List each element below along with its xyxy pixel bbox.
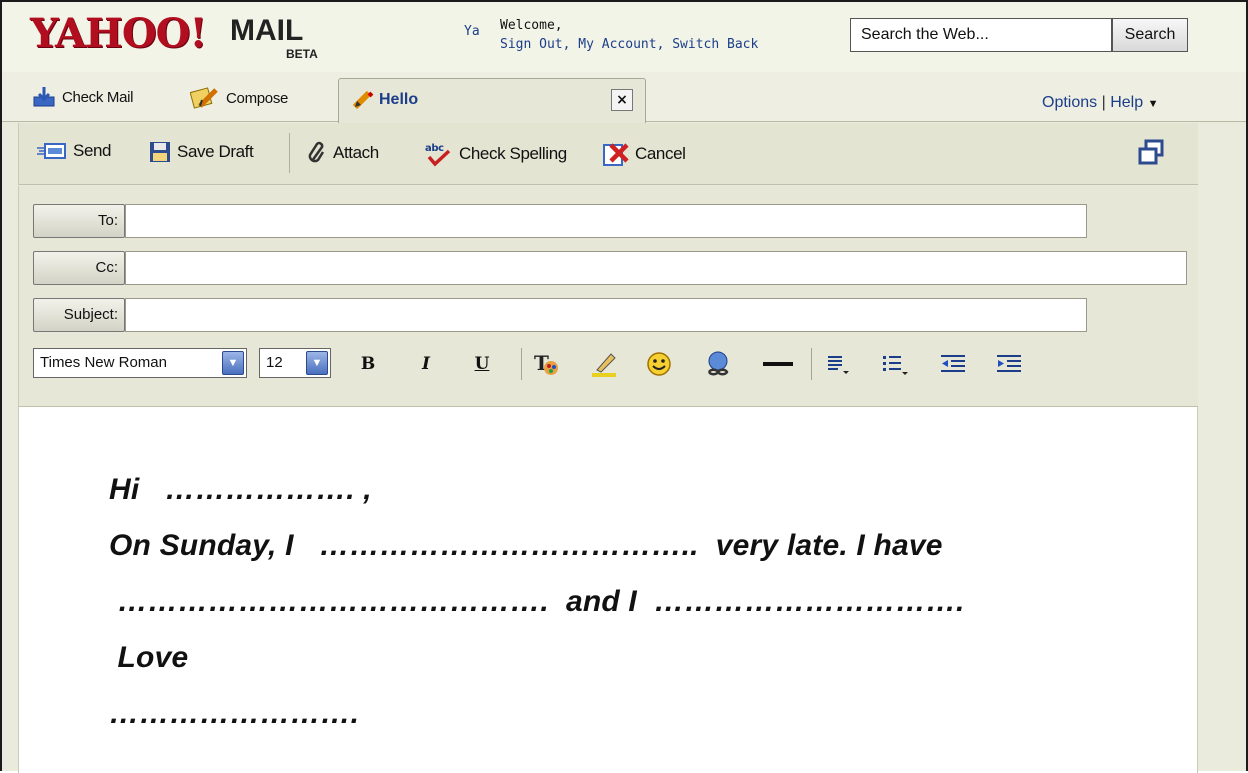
search-button[interactable]: Search <box>1112 18 1188 52</box>
to-button[interactable]: To: <box>33 204 125 238</box>
subject-field[interactable] <box>125 298 1087 332</box>
text-color-icon[interactable]: T <box>531 350 561 378</box>
chevron-down-icon: ▼ <box>306 351 328 375</box>
compose-label: Compose <box>226 89 289 107</box>
send-label: Send <box>73 141 112 160</box>
message-line-3: ……………………………………. and I …………………………. <box>109 585 965 618</box>
bulleted-list-icon[interactable] <box>881 352 911 378</box>
formatting-toolbar: Times New Roman ▼ 12 ▼ B I U T <box>33 346 1183 382</box>
italic-button[interactable]: I <box>413 350 439 378</box>
to-field[interactable] <box>125 204 1087 238</box>
smiley-icon[interactable] <box>645 350 673 378</box>
welcome-prefix: Ya <box>464 24 480 39</box>
subject-button[interactable]: Subject: <box>33 298 125 332</box>
options-separator: | <box>1101 94 1106 111</box>
font-size-value: 12 <box>266 354 283 371</box>
message-line-2: On Sunday, I ……………………………….. very late. I… <box>109 529 943 562</box>
indent-icon[interactable] <box>995 352 1023 378</box>
spell-check-icon: abc <box>425 143 451 167</box>
message-line-1: Hi ………………. , <box>109 473 372 506</box>
check-spelling-button[interactable]: abc Check Spelling <box>423 141 567 167</box>
cancel-icon <box>603 143 629 166</box>
cc-button[interactable]: Cc: <box>33 251 125 285</box>
bold-button[interactable]: B <box>355 350 381 378</box>
save-draft-button[interactable]: Save Draft <box>149 141 254 163</box>
check-spelling-label: Check Spelling <box>459 144 567 163</box>
floppy-disk-icon <box>150 142 170 162</box>
svg-text:abc: abc <box>425 143 444 154</box>
header: YAHOO! MAIL BETA Ya Welcome, Sign Out, M… <box>2 2 1246 72</box>
welcome-text: Welcome, <box>500 18 563 33</box>
chevron-down-icon[interactable]: ▼ <box>1148 98 1159 110</box>
tab-hello[interactable]: Hello × <box>338 78 646 123</box>
restore-window-icon[interactable] <box>1137 139 1165 165</box>
toolbar-divider <box>289 133 290 173</box>
compose-icon <box>190 87 218 109</box>
format-divider <box>521 348 522 380</box>
send-icon <box>37 143 66 159</box>
underline-button[interactable]: U <box>469 350 495 378</box>
logo-mail-text: MAIL <box>230 14 304 47</box>
outdent-icon[interactable] <box>939 352 967 378</box>
message-line-5: ……………………. <box>109 697 360 730</box>
insert-link-icon[interactable] <box>703 350 733 378</box>
font-size-select[interactable]: 12 ▼ <box>259 348 331 378</box>
attach-label: Attach <box>333 143 379 162</box>
save-draft-label: Save Draft <box>177 142 254 161</box>
tab-check-mail[interactable]: Check Mail <box>32 86 133 108</box>
attach-button[interactable]: Attach <box>307 141 379 165</box>
paperclip-icon <box>308 141 325 163</box>
logo-yahoo-text: YAHOO! <box>30 10 207 57</box>
tab-compose[interactable]: Compose <box>190 86 288 110</box>
font-family-select[interactable]: Times New Roman ▼ <box>33 348 247 378</box>
options-link[interactable]: Options <box>1042 94 1097 111</box>
check-mail-label: Check Mail <box>62 88 134 106</box>
format-divider <box>811 348 812 380</box>
message-line-4: Love <box>109 641 189 674</box>
compose-form: To: Cc: Subject: Times New Roman ▼ 12 ▼ … <box>18 186 1198 406</box>
cancel-button[interactable]: Cancel <box>601 141 686 167</box>
web-search-input[interactable]: Search the Web... <box>850 18 1112 52</box>
tab-bar: Check Mail Compose Hello × Options | Hel… <box>2 72 1246 123</box>
cc-field[interactable] <box>125 251 1187 285</box>
switch-back-link[interactable]: Switch Back <box>672 37 758 52</box>
message-body-editor[interactable]: Hi ………………. , On Sunday, I ………………………………..… <box>18 406 1198 773</box>
compose-toolbar: Send Save Draft Attach abc Check Spellin… <box>18 123 1198 185</box>
logo-beta-text: BETA <box>286 47 318 61</box>
account-links: Sign Out, My Account, Switch Back <box>500 37 759 52</box>
help-link[interactable]: Help <box>1110 94 1143 111</box>
cancel-label: Cancel <box>635 144 686 163</box>
active-tab-label: Hello <box>379 91 419 108</box>
options-help-menu: Options | Help ▼ <box>1042 94 1158 112</box>
horizontal-rule-icon[interactable] <box>763 362 793 366</box>
send-button[interactable]: Send <box>37 141 112 161</box>
highlight-icon[interactable] <box>589 350 619 378</box>
yahoo-mail-logo[interactable]: YAHOO! MAIL BETA <box>30 10 318 62</box>
my-account-link[interactable]: My Account <box>578 37 656 52</box>
chevron-down-icon: ▼ <box>222 351 244 375</box>
sign-out-link[interactable]: Sign Out <box>500 37 563 52</box>
mail-window: YAHOO! MAIL BETA Ya Welcome, Sign Out, M… <box>0 0 1248 773</box>
align-text-icon[interactable] <box>825 352 851 378</box>
font-family-value: Times New Roman <box>40 354 167 371</box>
close-tab-button[interactable]: × <box>611 89 633 111</box>
pencil-icon <box>352 90 374 110</box>
check-mail-icon <box>33 87 55 107</box>
